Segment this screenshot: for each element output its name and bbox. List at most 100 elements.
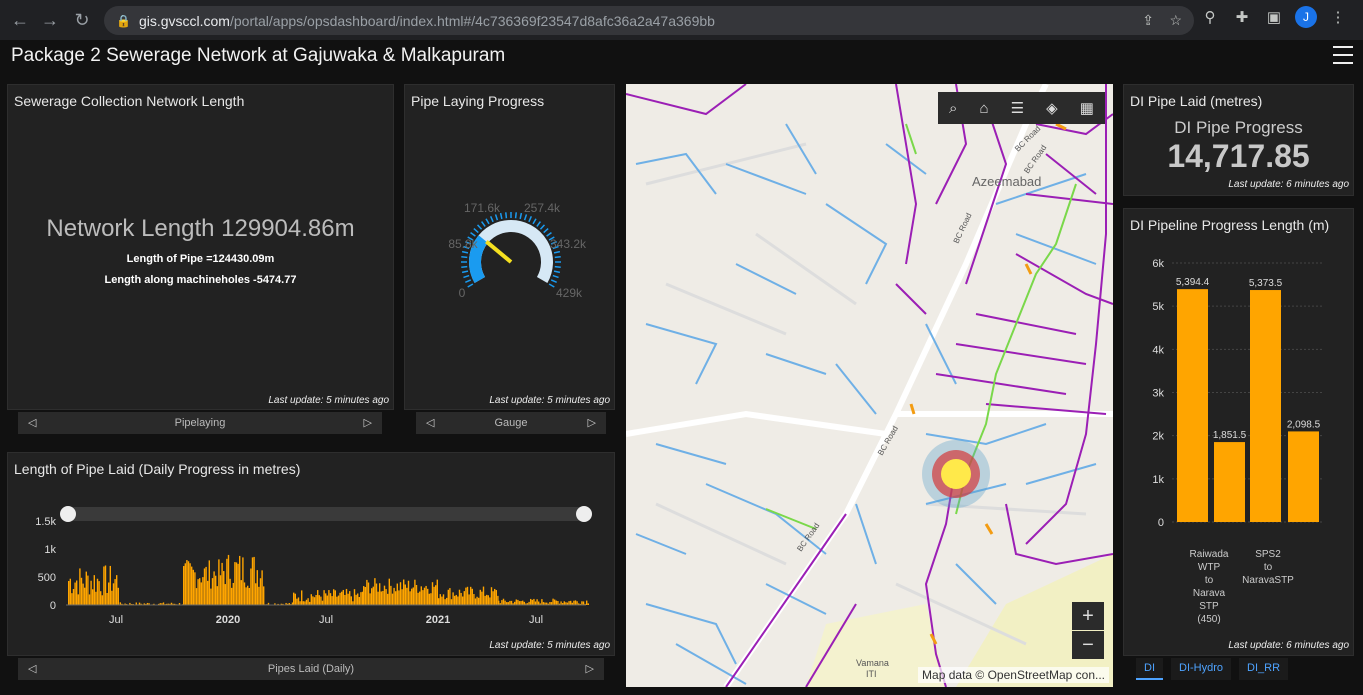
daily-bar (406, 587, 408, 605)
last-update-text: Last update: 6 minutes ago (1228, 640, 1349, 651)
daily-bar (538, 601, 540, 605)
daily-bar (242, 557, 244, 605)
daily-bar (555, 600, 557, 605)
gauge-tick (543, 227, 549, 234)
pager-prev-icon[interactable]: ◁ (28, 416, 36, 429)
daily-bar (325, 593, 327, 605)
daily-bar (460, 592, 462, 605)
category-label: NaravaSTP (1242, 575, 1294, 586)
di-progress-value: 14,717.85 (1167, 138, 1310, 174)
daily-bar (234, 562, 236, 605)
daily-bar (473, 594, 475, 605)
manhole-length-text: Length along machineholes -5474.77 (104, 274, 297, 286)
daily-bar (197, 579, 199, 605)
daily-bar (247, 585, 249, 605)
daily-bar (261, 570, 263, 605)
daily-bar (520, 601, 522, 605)
daily-bar (82, 583, 84, 605)
map-label-azeemabad: Azeemabad (972, 174, 1041, 189)
reload-icon[interactable]: ↻ (68, 6, 96, 34)
home-icon[interactable]: ⌂ (980, 100, 989, 117)
share-icon[interactable]: ⇪ (1142, 12, 1154, 29)
daily-bar (215, 575, 217, 605)
gauge-label: 257.4k (524, 201, 561, 215)
layers-icon[interactable]: ◈ (1046, 99, 1058, 117)
last-update-text: Last update: 5 minutes ago (489, 395, 610, 406)
zoom-in-button[interactable]: + (1072, 602, 1104, 630)
daily-bar (444, 599, 446, 605)
puzzle-icon[interactable]: ✚ (1231, 8, 1253, 26)
pager-next-icon[interactable]: ▷ (586, 662, 594, 675)
daily-bar (294, 593, 296, 605)
daily-bar (77, 594, 79, 605)
range-slider-track[interactable] (68, 507, 584, 521)
daily-bar (435, 585, 437, 605)
gauge-tick (494, 214, 499, 221)
tab-di-hydro[interactable]: DI-Hydro (1171, 658, 1232, 680)
daily-bar (541, 599, 543, 605)
pager-next-icon[interactable]: ▷ (588, 416, 596, 429)
gauge-pager: ◁ Gauge ▷ (416, 412, 606, 434)
daily-bar (470, 586, 472, 605)
daily-bar (116, 575, 118, 605)
zoom-out-button[interactable]: − (1072, 631, 1104, 659)
daily-bar (439, 594, 441, 605)
extension-icon[interactable]: ⚲ (1199, 8, 1221, 26)
map-label-iti: ITI (866, 669, 877, 679)
star-icon[interactable]: ☆ (1169, 12, 1182, 29)
daily-bar (337, 595, 340, 605)
daily-bar (213, 571, 215, 605)
daily-bar (339, 592, 341, 605)
daily-bar (313, 597, 316, 605)
daily-bar (415, 584, 418, 605)
daily-bar (382, 590, 384, 605)
daily-bar (349, 591, 351, 605)
daily-bar (108, 582, 110, 605)
menu-dots-icon[interactable]: ⋮ (1327, 8, 1349, 26)
hamburger-menu-icon[interactable] (1333, 46, 1353, 64)
sidepanel-icon[interactable]: ▣ (1263, 8, 1285, 26)
daily-bar (226, 558, 228, 605)
y-tick-label: 6k (1152, 258, 1164, 270)
profile-avatar[interactable]: J (1295, 6, 1317, 28)
daily-bar (88, 594, 91, 605)
gauge-chart: 0 85.8k 171.6k 257.4k 343.2k 429k (448, 201, 587, 300)
back-icon[interactable]: ← (6, 6, 34, 34)
daily-bar (103, 566, 105, 605)
pager-next-icon[interactable]: ▷ (364, 416, 372, 429)
daily-bar (84, 587, 86, 605)
daily-bar (586, 600, 588, 605)
tab-di[interactable]: DI (1136, 658, 1163, 680)
daily-bar (404, 584, 406, 605)
daily-bar (380, 591, 382, 605)
daily-bar (72, 588, 75, 605)
search-icon[interactable]: ⌕ (949, 100, 957, 117)
map-toolbar: ⌕ ⌂ ☰ ◈ ▦ (938, 92, 1105, 124)
y-tick-label: 1.5k (35, 516, 56, 528)
daily-bar (534, 601, 537, 605)
basemap-gallery-icon[interactable]: ▦ (1080, 99, 1094, 117)
tab-di-rr[interactable]: DI_RR (1239, 658, 1289, 680)
address-bar[interactable]: 🔒 gis.gvsccl.com/portal/apps/opsdashboar… (104, 6, 1194, 35)
range-slider-handle-left[interactable] (60, 506, 76, 522)
gauge-tick (539, 224, 546, 230)
forward-icon[interactable]: → (36, 6, 64, 34)
daily-bar (350, 596, 352, 605)
daily-bar (498, 600, 500, 605)
gauge-tick (552, 274, 559, 279)
legend-list-icon[interactable]: ☰ (1011, 99, 1024, 117)
daily-bar (504, 600, 506, 605)
daily-bar (390, 585, 392, 605)
daily-progress-panel: Length of Pipe Laid (Daily Progress in m… (7, 452, 615, 656)
panel-title: DI Pipe Laid (metres) (1130, 93, 1263, 109)
map-canvas[interactable]: Azeemabad BC Road BC Road BC Road BC Roa… (626, 84, 1113, 687)
range-slider-handle-right[interactable] (576, 506, 592, 522)
pager-prev-icon[interactable]: ◁ (28, 662, 36, 675)
daily-bar (387, 593, 389, 605)
pager-prev-icon[interactable]: ◁ (426, 416, 434, 429)
daily-bar (407, 580, 410, 605)
gauge-needle (485, 240, 513, 264)
map-view[interactable]: Azeemabad BC Road BC Road BC Road BC Roa… (626, 84, 1113, 687)
daily-bar (557, 601, 559, 605)
daily-bar (582, 601, 585, 605)
